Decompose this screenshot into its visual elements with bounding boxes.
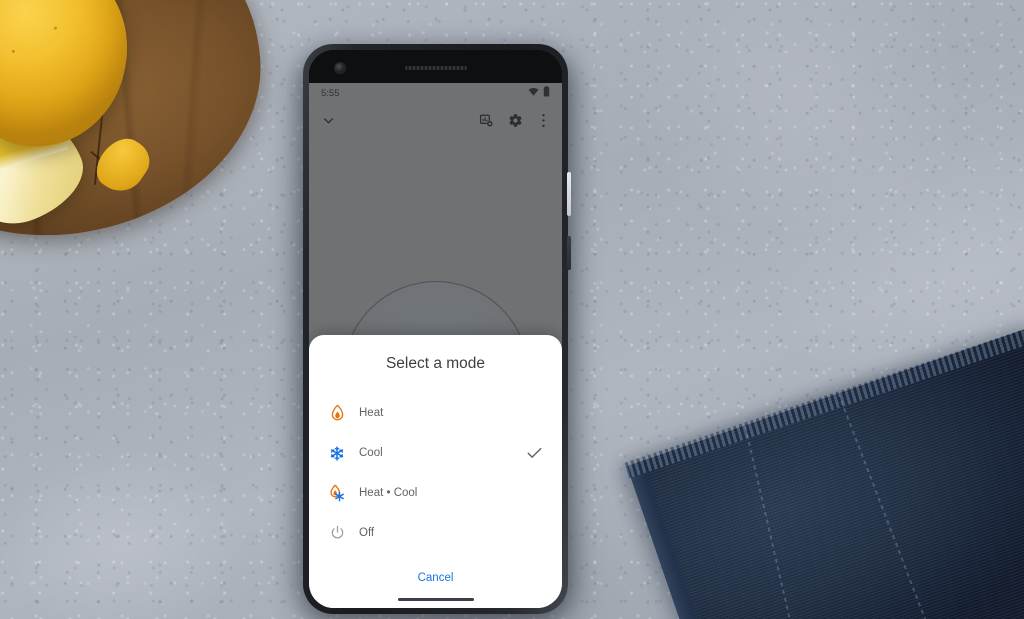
mode-option-heat[interactable]: Heat xyxy=(309,393,562,433)
battery-icon xyxy=(543,86,550,100)
status-bar-time: 5:55 xyxy=(321,87,340,99)
mode-option-off[interactable]: Off xyxy=(309,513,562,553)
smartphone: 5:55 Select a mode Heat Cool Heat • Cool… xyxy=(303,44,571,614)
scene-photo: 5:55 Select a mode Heat Cool Heat • Cool… xyxy=(0,0,1024,619)
power-icon xyxy=(326,522,348,544)
snowflake-icon xyxy=(326,442,348,464)
volume-button[interactable] xyxy=(567,236,571,270)
mode-check-slot xyxy=(526,485,542,501)
checkmark-icon xyxy=(526,445,542,461)
mode-label: Cool xyxy=(359,447,383,459)
flame-icon xyxy=(326,402,348,424)
mode-option-cool[interactable]: Cool xyxy=(309,433,562,473)
chevron-down-icon[interactable] xyxy=(321,113,336,128)
mode-label: Off xyxy=(359,527,375,539)
phone-top-bezel xyxy=(309,50,562,83)
front-camera-icon xyxy=(335,63,345,73)
cancel-button[interactable]: Cancel xyxy=(418,572,454,584)
app-toolbar xyxy=(309,103,562,137)
mode-label: Heat • Cool xyxy=(359,487,418,499)
dialog-title: Select a mode xyxy=(385,355,486,372)
select-mode-dialog: Select a mode Heat Cool Heat • Cool Off … xyxy=(309,335,562,608)
mode-label: Heat xyxy=(359,407,384,419)
phone-screen: 5:55 Select a mode Heat Cool Heat • Cool… xyxy=(309,83,562,608)
phone-screen-bezel: 5:55 Select a mode Heat Cool Heat • Cool… xyxy=(309,50,562,608)
power-button[interactable] xyxy=(567,172,571,216)
mode-option-heat-cool[interactable]: Heat • Cool xyxy=(309,473,562,513)
mode-check-slot xyxy=(526,525,542,541)
mode-check-slot xyxy=(526,405,542,421)
overflow-menu-icon[interactable] xyxy=(537,113,550,128)
home-gesture-pill[interactable] xyxy=(397,598,474,601)
mode-list: Heat Cool Heat • Cool Off xyxy=(309,389,562,553)
gear-icon[interactable] xyxy=(508,113,523,128)
wifi-icon xyxy=(528,87,539,99)
status-bar: 5:55 xyxy=(309,83,562,103)
flame-snowflake-icon xyxy=(326,482,348,504)
device-info-icon[interactable] xyxy=(479,113,494,128)
earpiece-speaker-icon xyxy=(404,66,467,70)
